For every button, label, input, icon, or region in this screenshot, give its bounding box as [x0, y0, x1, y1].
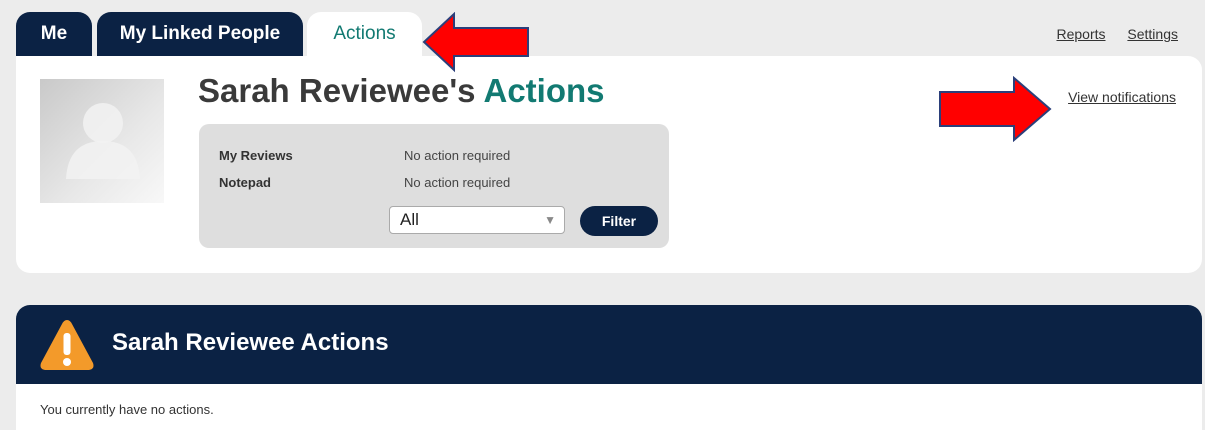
actions-section-title: Sarah Reviewee Actions — [112, 329, 389, 356]
avatar — [40, 79, 164, 203]
page-title: Sarah Reviewee's Actions — [198, 72, 605, 110]
summary-row: Notepad No action required — [219, 175, 510, 190]
summary-row-label: My Reviews — [219, 148, 293, 163]
tab-my-linked-people[interactable]: My Linked People — [97, 12, 303, 56]
annotation-arrow-right-icon — [939, 76, 1052, 142]
reports-link[interactable]: Reports — [1056, 26, 1105, 42]
actions-summary-box: My Reviews No action required Notepad No a… — [199, 124, 669, 248]
summary-row-label: Notepad — [219, 175, 271, 190]
filter-button[interactable]: Filter — [580, 206, 658, 236]
warning-icon — [40, 320, 94, 370]
tab-me[interactable]: Me — [16, 12, 92, 56]
actions-section-header: Sarah Reviewee Actions — [16, 305, 1202, 384]
top-links: Reports Settings — [1038, 26, 1178, 42]
chevron-down-icon: ▼ — [544, 213, 556, 227]
filter-select-value: All — [400, 210, 419, 229]
page-title-name: Sarah Reviewee's — [198, 72, 476, 109]
view-notifications-link[interactable]: View notifications — [1068, 89, 1176, 105]
annotation-arrow-left-icon — [422, 12, 529, 73]
actions-section: Sarah Reviewee Actions You currently hav… — [16, 305, 1202, 430]
settings-link[interactable]: Settings — [1127, 26, 1178, 42]
empty-actions-message: You currently have no actions. — [40, 402, 214, 417]
filter-select[interactable]: All ▼ — [389, 206, 565, 234]
summary-row-value: No action required — [404, 148, 511, 163]
tab-actions[interactable]: Actions — [307, 12, 422, 56]
summary-row-value: No action required — [404, 175, 511, 190]
summary-row: My Reviews No action required — [219, 148, 510, 163]
person-silhouette-icon — [66, 103, 140, 179]
page-title-accent: Actions — [483, 72, 605, 109]
